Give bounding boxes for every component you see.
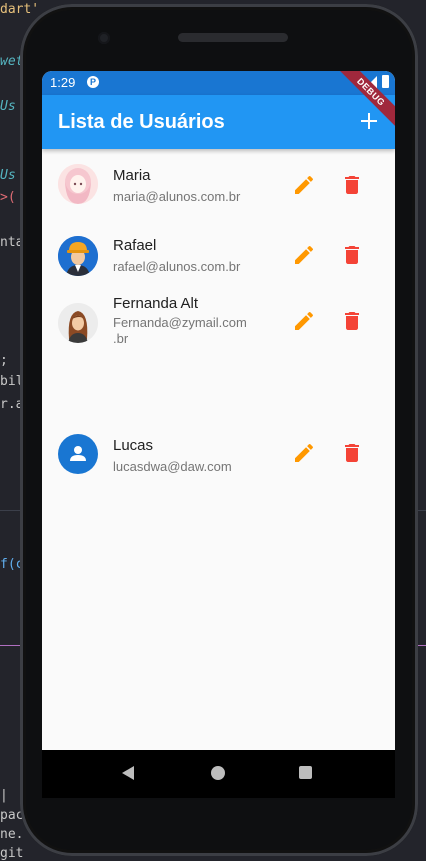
user-name: Lucas	[113, 437, 154, 454]
list-item[interactable]: Maria maria@alunos.com.br	[42, 149, 395, 209]
delete-button[interactable]	[340, 173, 364, 197]
list-item[interactable]: Fernanda Alt Fernanda@zymail.com .br	[42, 289, 395, 353]
user-name: Fernanda Alt	[113, 295, 199, 312]
user-email: maria@alunos.com.br	[113, 189, 241, 204]
status-bar: 1:29 P	[42, 71, 395, 95]
delete-button[interactable]	[340, 441, 364, 465]
pencil-icon	[295, 311, 313, 330]
back-icon[interactable]	[122, 766, 134, 780]
edit-button[interactable]	[292, 309, 316, 333]
anime-girl-avatar	[58, 164, 98, 204]
person-icon	[70, 446, 86, 461]
pencil-icon	[295, 245, 313, 264]
app-notification-icon: P	[87, 76, 99, 88]
list-item[interactable]: Rafael rafael@alunos.com.br	[42, 219, 395, 279]
recent-apps-icon[interactable]	[299, 766, 312, 779]
user-name: Maria	[113, 167, 151, 184]
pencil-icon	[295, 443, 313, 462]
home-icon[interactable]	[211, 766, 225, 780]
trash-icon	[345, 246, 359, 264]
user-email: lucasdwa@daw.com	[113, 459, 232, 474]
user-email: rafael@alunos.com.br	[113, 259, 241, 274]
edit-button[interactable]	[292, 243, 316, 267]
trash-icon	[345, 444, 359, 462]
phone-speaker	[178, 33, 288, 42]
user-email-line: Fernanda@zymail.com	[113, 315, 247, 330]
pencil-icon	[295, 175, 313, 194]
code-fragment: ;	[0, 353, 8, 368]
battery-icon	[382, 75, 389, 88]
worker-helmet-avatar	[58, 236, 98, 276]
trash-icon	[345, 176, 359, 194]
user-name: Rafael	[113, 237, 157, 254]
code-fragment: |	[0, 788, 8, 803]
woman-cartoon-avatar	[58, 303, 98, 343]
app-bar: Lista de Usuários	[42, 95, 395, 149]
code-fragment: >(	[0, 190, 16, 205]
list-item[interactable]: Lucas lucasdwa@daw.com	[42, 355, 395, 474]
delete-button[interactable]	[340, 309, 364, 333]
page-title: Lista de Usuários	[58, 111, 225, 133]
app-screen: 1:29 P Lista de Usuários DEBUG Maria mar…	[42, 71, 395, 750]
edit-button[interactable]	[292, 173, 316, 197]
edit-button[interactable]	[292, 441, 316, 465]
default-person-avatar	[58, 434, 98, 474]
code-fragment: dart'	[0, 2, 40, 17]
trash-icon	[345, 312, 359, 330]
user-email: Fernanda@zymail.com .br	[113, 315, 263, 347]
user-email-line: .br	[113, 331, 129, 346]
phone-camera	[98, 32, 110, 44]
code-fragment: Us	[0, 99, 16, 114]
code-fragment: Us	[0, 168, 16, 183]
code-fragment: ne.	[0, 827, 24, 842]
status-time: 1:29	[50, 75, 76, 90]
delete-button[interactable]	[340, 243, 364, 267]
android-nav-bar	[42, 750, 395, 798]
